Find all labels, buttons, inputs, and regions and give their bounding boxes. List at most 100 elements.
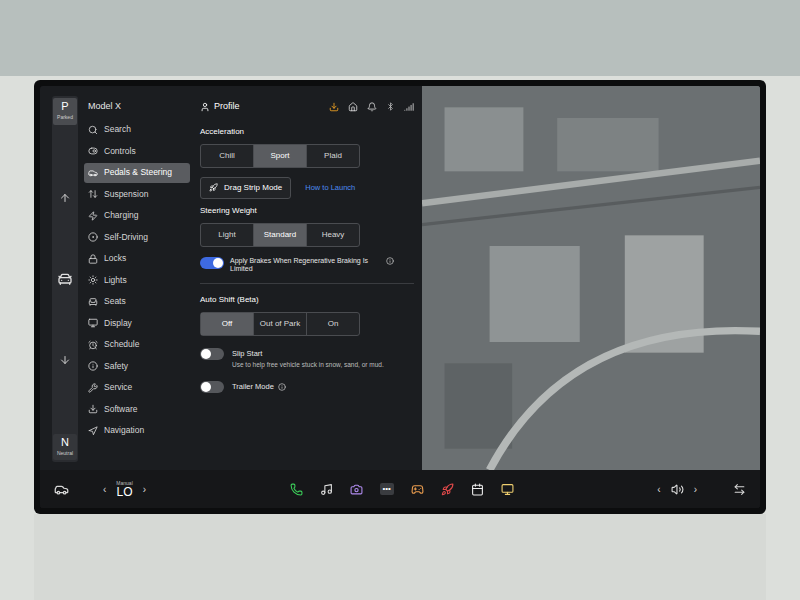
divider	[200, 283, 414, 284]
switch-icon[interactable]	[733, 483, 746, 496]
page: PParked NNeutral Model X SearchControlsPeda…	[0, 0, 800, 600]
sidebar-item[interactable]: Charging	[84, 206, 190, 226]
steering-weight-control: LightStandardHeavy	[200, 223, 360, 247]
profile-icon	[200, 102, 210, 112]
segment-option[interactable]: Light	[201, 224, 253, 246]
how-to-launch-link[interactable]: How to Launch	[305, 182, 355, 193]
segment-option[interactable]: Plaid	[306, 145, 359, 167]
acceleration-control: ChillSportPlaid	[200, 144, 360, 168]
sidebar-item-icon	[88, 168, 98, 178]
console	[34, 514, 766, 600]
info-icon[interactable]	[386, 257, 394, 265]
sidebar: Model X SearchControlsPedals & SteeringSu…	[78, 86, 190, 470]
drag-strip-button[interactable]: Drag Strip Mode	[200, 177, 291, 199]
volume-control[interactable]: ‹›	[657, 482, 697, 497]
segment-option[interactable]: Out of Park	[253, 313, 306, 335]
toggle-row: Trailer Mode	[200, 381, 414, 393]
auto-shift-control: OffOut of ParkOn	[200, 312, 360, 336]
games-icon[interactable]	[411, 483, 424, 496]
sidebar-item[interactable]: Service	[84, 378, 190, 398]
arrow-down-icon	[59, 354, 71, 366]
auto-shift-title: Auto Shift (Beta)	[200, 294, 414, 306]
sidebar-item[interactable]: Schedule	[84, 335, 190, 355]
sidebar-item[interactable]: Navigation	[84, 421, 190, 441]
map[interactable]	[422, 86, 760, 470]
sidebar-item[interactable]: Pedals & Steering	[84, 163, 190, 183]
home-icon[interactable]	[348, 102, 358, 112]
bell-icon[interactable]	[367, 102, 377, 112]
sidebar-item[interactable]: Software	[84, 399, 190, 419]
regen-toggle[interactable]	[200, 257, 224, 269]
sidebar-item-icon	[88, 361, 98, 371]
car-icon	[57, 271, 73, 287]
drag-strip-row: Drag Strip Mode How to Launch	[200, 177, 414, 199]
toggle-knob	[201, 349, 211, 359]
sidebar-item[interactable]: Search	[84, 120, 190, 140]
sidebar-item-icon	[88, 146, 98, 156]
screen: PParked NNeutral Model X SearchControlsPeda…	[34, 80, 766, 514]
sidebar-item-icon	[88, 254, 98, 264]
display: PParked NNeutral Model X SearchControlsPeda…	[40, 86, 760, 508]
sidebar-item[interactable]: Locks	[84, 249, 190, 269]
sidebar-item-icon	[88, 189, 98, 199]
camera-icon[interactable]	[350, 483, 363, 496]
main-area: PParked NNeutral Model X SearchControlsPeda…	[40, 86, 760, 470]
rocket-icon	[209, 183, 218, 192]
toybox-icon[interactable]	[441, 483, 454, 496]
settings-panel: Profile Acceleration ChillSportPlaid Drag S…	[190, 86, 422, 470]
satellite-map-icon	[422, 86, 760, 470]
segment-option[interactable]: On	[306, 313, 359, 335]
segment-option[interactable]: Heavy	[306, 224, 359, 246]
toggle-row: Slip StartUse to help free vehicle stuck…	[200, 348, 414, 369]
download-icon[interactable]	[329, 102, 339, 112]
sidebar-item-icon	[88, 318, 98, 328]
sidebar-title: Model X	[84, 100, 190, 114]
info-icon[interactable]	[278, 383, 286, 391]
sidebar-item-icon	[88, 404, 98, 414]
app-dock: •••	[290, 483, 514, 496]
bottom-bar: ‹ManualLO› ••• ‹›	[40, 470, 760, 508]
sidebar-item-icon	[88, 297, 98, 307]
sidebar-item-icon	[88, 426, 98, 436]
regen-row: Apply Brakes When Regenerative Braking I…	[200, 257, 414, 274]
toggle-knob	[213, 258, 223, 268]
panel-header: Profile	[200, 100, 414, 114]
sidebar-item[interactable]: Display	[84, 313, 190, 333]
sidebar-item[interactable]: Self-Driving	[84, 227, 190, 247]
acceleration-title: Acceleration	[200, 126, 414, 138]
climate-control[interactable]: ‹ManualLO›	[103, 481, 146, 498]
signal-icon	[404, 102, 414, 112]
sidebar-item[interactable]: Safety	[84, 356, 190, 376]
display-icon[interactable]	[501, 483, 514, 496]
arrow-up-icon	[59, 192, 71, 204]
steering-weight-title: Steering Weight	[200, 205, 414, 217]
sidebar-item-icon	[88, 211, 98, 221]
volume-icon	[671, 483, 684, 496]
sidebar-item[interactable]: Suspension	[84, 184, 190, 204]
sidebar-item-icon	[88, 232, 98, 242]
sidebar-item[interactable]: Controls	[84, 141, 190, 161]
calendar-icon[interactable]	[471, 483, 484, 496]
segment-option[interactable]: Chill	[201, 145, 253, 167]
toggle-switch[interactable]	[200, 381, 224, 393]
phone-icon[interactable]	[290, 483, 303, 496]
segment-option[interactable]: Off	[201, 313, 253, 335]
gear-selector[interactable]: PParked NNeutral	[52, 96, 78, 462]
segment-option[interactable]: Sport	[253, 145, 306, 167]
toggle-switch[interactable]	[200, 348, 224, 360]
sidebar-item-icon	[88, 125, 98, 135]
gear-neutral[interactable]: NNeutral	[53, 434, 77, 461]
bezel-row: PParked NNeutral Model X SearchControlsPeda…	[0, 76, 800, 600]
sidebar-item[interactable]: Seats	[84, 292, 190, 312]
music-icon[interactable]	[320, 483, 333, 496]
sidebar-item-icon	[88, 383, 98, 393]
toggle-knob	[201, 382, 211, 392]
segment-option[interactable]: Standard	[253, 224, 306, 246]
car-icon[interactable]	[54, 482, 69, 497]
gear-park[interactable]: PParked	[53, 98, 77, 125]
more-button[interactable]: •••	[380, 483, 394, 495]
dashboard-top	[0, 0, 800, 76]
sidebar-item-icon	[88, 340, 98, 350]
sidebar-item-icon	[88, 275, 98, 285]
sidebar-item[interactable]: Lights	[84, 270, 190, 290]
